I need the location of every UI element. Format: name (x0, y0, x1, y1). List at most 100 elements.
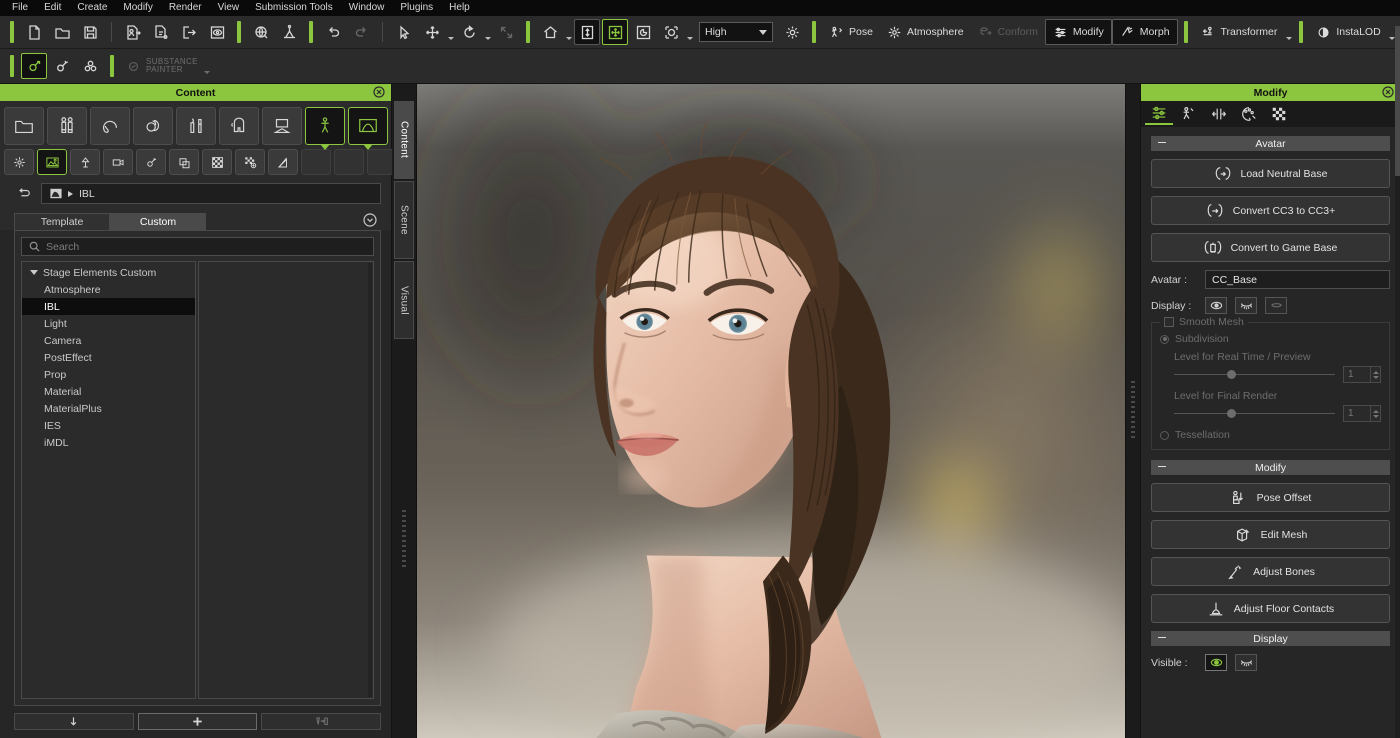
frame-options-caret[interactable] (685, 19, 694, 45)
select-icon[interactable] (391, 19, 417, 45)
convert-cc3-button[interactable]: Convert CC3 to CC3+ (1151, 196, 1390, 225)
spinner-arrows[interactable] (1370, 367, 1380, 382)
rotate-options-caret[interactable] (483, 19, 492, 45)
tree-item-materialplus[interactable]: MaterialPlus (22, 400, 195, 417)
smooth-mesh-checkbox[interactable] (1164, 317, 1174, 327)
visible-eye-toggle[interactable] (1205, 654, 1227, 671)
menu-item-submission-tools[interactable]: Submission Tools (247, 0, 341, 16)
subcategory-camera-icon[interactable] (103, 149, 133, 175)
subcategory-blank-2-icon[interactable] (334, 149, 364, 175)
subcategory-ibl-icon[interactable] (37, 149, 67, 175)
move-options-caret[interactable] (446, 19, 455, 45)
category-stage-scene-icon[interactable] (348, 107, 388, 145)
category-accessory-icon[interactable] (219, 107, 259, 145)
export-icon[interactable] (176, 19, 202, 45)
stage-icon[interactable] (276, 19, 302, 45)
tab-checker-icon[interactable] (1265, 103, 1293, 125)
tab-appearance-icon[interactable] (1235, 103, 1263, 125)
convert-game-base-button[interactable]: Convert to Game Base (1151, 233, 1390, 262)
subdivision-radio-row[interactable]: Subdivision (1160, 333, 1381, 345)
menu-item-create[interactable]: Create (69, 0, 115, 16)
tree-item-imdl[interactable]: iMDL (22, 434, 195, 451)
tree-item-ies[interactable]: IES (22, 417, 195, 434)
category-hair-icon[interactable] (90, 107, 130, 145)
category-cloth-icon[interactable] (133, 107, 173, 145)
search-input[interactable]: Search (21, 237, 374, 256)
panel-splitter-handle[interactable] (402, 510, 406, 570)
home-icon[interactable] (537, 19, 563, 45)
subdivision-radio[interactable] (1160, 335, 1169, 344)
menu-item-modify[interactable]: Modify (115, 0, 160, 16)
morph-button[interactable]: Morph (1112, 19, 1178, 45)
atmosphere-button[interactable]: Atmosphere (880, 19, 971, 45)
category-makeup-icon[interactable] (176, 107, 216, 145)
spinner-arrows[interactable] (1370, 406, 1380, 421)
menu-item-render[interactable]: Render (161, 0, 210, 16)
tab-pose-icon[interactable] (1175, 103, 1203, 125)
camera-view-icon[interactable] (630, 19, 656, 45)
visible-eyelash-toggle[interactable] (1235, 654, 1257, 671)
menu-item-edit[interactable]: Edit (36, 0, 69, 16)
tree-item-camera[interactable]: Camera (22, 332, 195, 349)
transfer-button[interactable] (261, 713, 381, 730)
chevron-down-circle-icon[interactable] (363, 213, 377, 227)
transformer-caret[interactable] (1284, 19, 1293, 45)
instalod-button[interactable]: InstaLOD (1309, 19, 1387, 45)
final-render-level-spinner[interactable]: 1 (1343, 405, 1381, 422)
content-grid[interactable] (198, 261, 374, 699)
tessellation-radio[interactable] (1160, 431, 1169, 440)
tree-item-material[interactable]: Material (22, 383, 195, 400)
save-icon[interactable] (77, 19, 103, 45)
close-icon[interactable] (1382, 86, 1394, 98)
tree-item-ibl[interactable]: IBL (22, 298, 195, 315)
tab-sliders-icon[interactable] (1145, 103, 1173, 125)
category-prop-icon[interactable] (262, 107, 302, 145)
smooth-mesh-title[interactable]: Smooth Mesh (1160, 316, 1248, 328)
category-folder-icon[interactable] (4, 107, 44, 145)
adjust-floor-contacts-button[interactable]: Adjust Floor Contacts (1151, 594, 1390, 623)
substance-caret[interactable] (203, 53, 212, 79)
display-section-header[interactable]: Display (1151, 631, 1390, 646)
subcategory-light-icon[interactable] (70, 149, 100, 175)
import-character-icon[interactable] (120, 19, 146, 45)
tab-custom[interactable]: Custom (110, 213, 206, 230)
import-asset-icon[interactable] (148, 19, 174, 45)
frame-icon[interactable] (658, 19, 684, 45)
tab-proportion-icon[interactable] (1205, 103, 1233, 125)
display-eyebrow-toggle[interactable] (1265, 297, 1287, 314)
sun-icon[interactable] (779, 19, 805, 45)
move-icon[interactable] (419, 19, 445, 45)
transformer-button[interactable]: Transformer (1194, 19, 1285, 45)
subcategory-blank-1-icon[interactable] (301, 149, 331, 175)
add-button[interactable] (138, 713, 258, 730)
subcategory-atmosphere-icon[interactable] (4, 149, 34, 175)
final-render-level-slider[interactable] (1174, 409, 1335, 419)
menu-item-help[interactable]: Help (441, 0, 478, 16)
redo-icon[interactable] (348, 19, 374, 45)
tab-template[interactable]: Template (14, 213, 110, 230)
close-icon[interactable] (373, 86, 385, 98)
subcategory-ies-icon[interactable] (268, 149, 298, 175)
open-folder-icon[interactable] (49, 19, 75, 45)
home-options-caret[interactable] (564, 19, 573, 45)
download-button[interactable] (14, 713, 134, 730)
menu-item-view[interactable]: View (210, 0, 248, 16)
subcategory-material-icon[interactable] (202, 149, 232, 175)
center-icon[interactable] (602, 19, 628, 45)
sidebar-item-scene[interactable]: Scene (394, 181, 414, 259)
adjust-bones-button[interactable]: Adjust Bones (1151, 557, 1390, 586)
tree-item-prop[interactable]: Prop (22, 366, 195, 383)
preview-icon[interactable] (204, 19, 230, 45)
pose-button[interactable]: Pose (822, 19, 880, 45)
substance-painter-button[interactable]: SUBSTANCE PAINTER (120, 53, 218, 79)
modify-section-header[interactable]: Modify (1151, 460, 1390, 475)
realtime-level-spinner[interactable]: 1 (1343, 366, 1381, 383)
scale-icon[interactable] (493, 19, 519, 45)
hair-builder-icon[interactable] (49, 53, 75, 79)
load-neutral-base-button[interactable]: Load Neutral Base (1151, 159, 1390, 188)
fit-icon[interactable] (574, 19, 600, 45)
smart-hair-icon[interactable] (21, 53, 47, 79)
subcategory-material-plus-icon[interactable] (235, 149, 265, 175)
new-file-icon[interactable] (21, 19, 47, 45)
menu-item-file[interactable]: File (4, 0, 36, 16)
